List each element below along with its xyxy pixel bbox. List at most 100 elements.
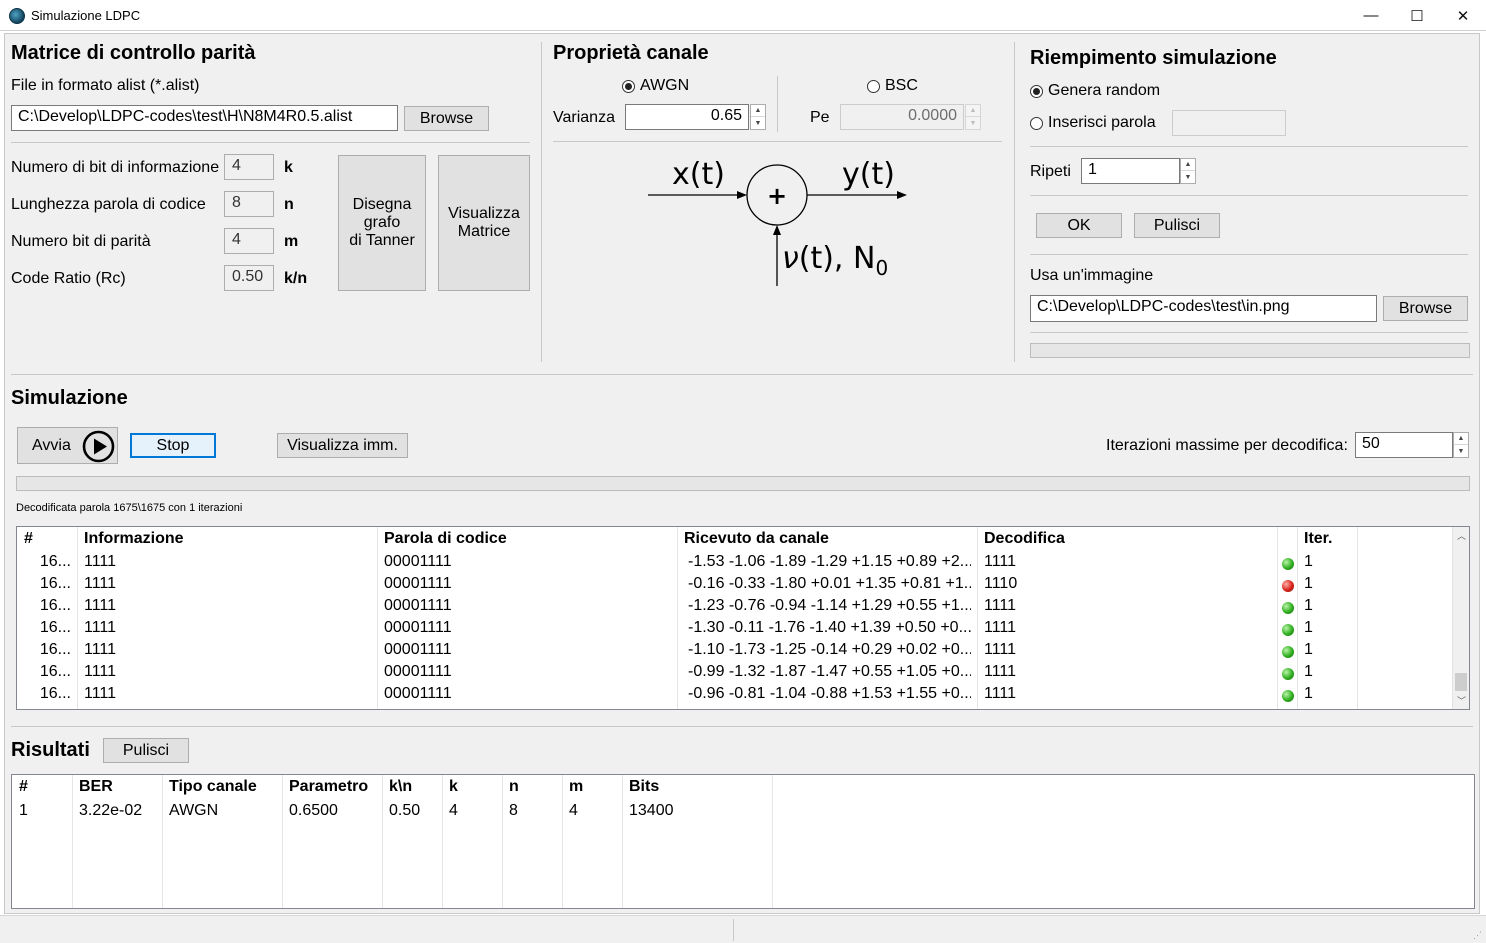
bsc-radio-dot[interactable] (867, 79, 880, 93)
stop-button[interactable]: Stop (130, 433, 216, 458)
spin-up-icon[interactable]: ▲ (1181, 159, 1195, 171)
spin-down-icon[interactable]: ▼ (1181, 171, 1195, 183)
column-header-decoded[interactable]: Decodifica (977, 527, 1065, 551)
insert-word-radio[interactable]: Inserisci parola (1030, 114, 1156, 132)
cell-decoded: 1111 (984, 641, 1017, 658)
cell-num: 16... (39, 553, 71, 570)
window-title: Simulazione LDPC (31, 8, 141, 23)
results-header-ber[interactable]: BER (72, 775, 113, 799)
variance-input[interactable]: 0.65 (625, 104, 749, 130)
scroll-up-icon[interactable]: ︿ (1453, 527, 1469, 544)
maximize-button[interactable]: ☐ (1394, 0, 1440, 31)
info-bits-label: Numero di bit di informazione (11, 159, 220, 176)
column-header-codeword[interactable]: Parola di codice (377, 527, 507, 551)
max-iterations-input[interactable]: 50 (1355, 432, 1453, 458)
parity-separator (11, 142, 530, 143)
cell-iterations: 1 (1304, 663, 1313, 680)
channel-section-title: Proprietà canale (553, 42, 709, 64)
scroll-down-icon[interactable]: ﹀ (1453, 692, 1469, 709)
cell-info: 1111 (84, 641, 117, 658)
result-parameter: 0.6500 (289, 802, 338, 819)
spin-up-icon[interactable]: ▲ (1454, 433, 1468, 445)
column-header-info[interactable]: Informazione (77, 527, 184, 551)
results-header-rate[interactable]: k\n (382, 775, 412, 799)
cell-iterations: 1 (1304, 575, 1313, 592)
random-radio-dot[interactable] (1030, 84, 1043, 98)
results-header-num[interactable]: # (12, 775, 28, 799)
cell-decoded: 1110 (984, 575, 1018, 592)
bsc-radio[interactable]: BSC (867, 77, 918, 95)
ok-status-icon (1282, 624, 1294, 636)
spin-up-icon[interactable]: ▲ (751, 105, 765, 117)
resize-grip-icon[interactable]: ⋰ (1473, 930, 1483, 940)
results-header-bits[interactable]: Bits (622, 775, 659, 799)
cell-num: 16... (39, 641, 71, 658)
start-button[interactable]: Avvia (17, 427, 118, 464)
title-bar[interactable]: Simulazione LDPC — ☐ ✕ (0, 0, 1486, 31)
noise-symbol: ν (782, 241, 799, 276)
cell-info: 1111 (84, 663, 117, 680)
insert-word-input (1172, 110, 1286, 136)
repeat-label: Ripeti (1030, 163, 1071, 180)
decode-table-scrollbar[interactable]: ︿ ﹀ (1452, 527, 1469, 709)
awgn-radio-dot[interactable] (622, 79, 635, 93)
status-bar (0, 915, 1486, 943)
result-rate: 0.50 (389, 802, 421, 819)
alist-file-input[interactable]: C:\Develop\LDPC-codes\test\H\N8M4R0.5.al… (11, 105, 398, 131)
channel-divider (777, 76, 778, 132)
minimize-icon: — (1363, 7, 1379, 24)
results-table[interactable]: # BER Tipo canale Parametro k\n k n m Bi… (11, 774, 1475, 909)
parity-bits-value: 4 (224, 228, 274, 254)
decode-table[interactable]: # Informazione Parola di codice Ricevuto… (16, 526, 1470, 710)
column-header-num[interactable]: # (17, 527, 33, 551)
fill-separator-1 (1030, 146, 1468, 147)
minimize-button[interactable]: — (1348, 0, 1394, 31)
results-header-m[interactable]: m (562, 775, 583, 799)
insert-word-radio-label: Inserisci parola (1048, 114, 1156, 131)
cell-received: -0.99 -1.32 -1.87 -1.47 +0.55 +1.05 +0..… (688, 663, 971, 680)
cell-decoded: 1111 (984, 663, 1017, 680)
results-header-n[interactable]: n (502, 775, 519, 799)
results-header-channel-type[interactable]: Tipo canale (162, 775, 257, 799)
simulation-status-text: Decodificata parola 1675\1675 con 1 iter… (16, 502, 243, 514)
fill-clear-button[interactable]: Pulisci (1134, 213, 1220, 238)
insert-word-radio-dot[interactable] (1030, 116, 1043, 130)
repeat-spinner[interactable]: ▲ ▼ (1180, 158, 1196, 184)
close-button[interactable]: ✕ (1440, 0, 1486, 31)
awgn-radio[interactable]: AWGN (622, 77, 689, 95)
cell-codeword: 00001111 (384, 641, 452, 658)
spin-up-icon: ▲ (966, 105, 980, 117)
scroll-thumb[interactable] (1455, 673, 1467, 691)
cell-iterations: 1 (1304, 553, 1313, 570)
results-header-parameter[interactable]: Parametro (282, 775, 368, 799)
close-icon: ✕ (1456, 7, 1470, 25)
view-matrix-button[interactable]: Visualizza Matrice (438, 155, 530, 291)
spin-down-icon: ▼ (969, 119, 977, 127)
column-header-received[interactable]: Ricevuto da canale (677, 527, 829, 551)
cell-iterations: 1 (1304, 619, 1313, 636)
column-header-iterations[interactable]: Iter. (1297, 527, 1332, 551)
results-clear-button[interactable]: Pulisci (103, 738, 189, 763)
image-browse-button[interactable]: Browse (1383, 296, 1468, 321)
info-bits-unit: k (284, 159, 293, 176)
variance-spinner[interactable]: ▲ ▼ (750, 104, 766, 130)
results-header-k[interactable]: k (442, 775, 458, 799)
cell-decoded: 1111 (984, 619, 1017, 636)
ok-button[interactable]: OK (1036, 213, 1122, 238)
spin-down-icon[interactable]: ▼ (751, 117, 765, 129)
results-section-title: Risultati (11, 739, 90, 761)
repeat-input[interactable]: 1 (1081, 158, 1180, 184)
codeword-length-label: Lunghezza parola di codice (11, 196, 206, 213)
cell-iterations: 1 (1304, 685, 1313, 702)
fill-separator-3 (1030, 254, 1468, 255)
spin-down-icon[interactable]: ▼ (1454, 445, 1468, 457)
alist-browse-button[interactable]: Browse (404, 106, 489, 131)
simulation-results-separator (11, 726, 1473, 727)
view-image-button[interactable]: Visualizza imm. (277, 433, 408, 458)
image-path-input[interactable]: C:\Develop\LDPC-codes\test\in.png (1030, 295, 1377, 322)
cell-received: -0.16 -0.33 -1.80 +0.01 +1.35 +0.81 +1..… (688, 575, 971, 592)
tanner-graph-button[interactable]: Disegna grafo di Tanner (338, 155, 426, 291)
max-iterations-spinner[interactable]: ▲ ▼ (1453, 432, 1469, 458)
cell-num: 16... (39, 597, 71, 614)
random-radio[interactable]: Genera random (1030, 82, 1160, 100)
